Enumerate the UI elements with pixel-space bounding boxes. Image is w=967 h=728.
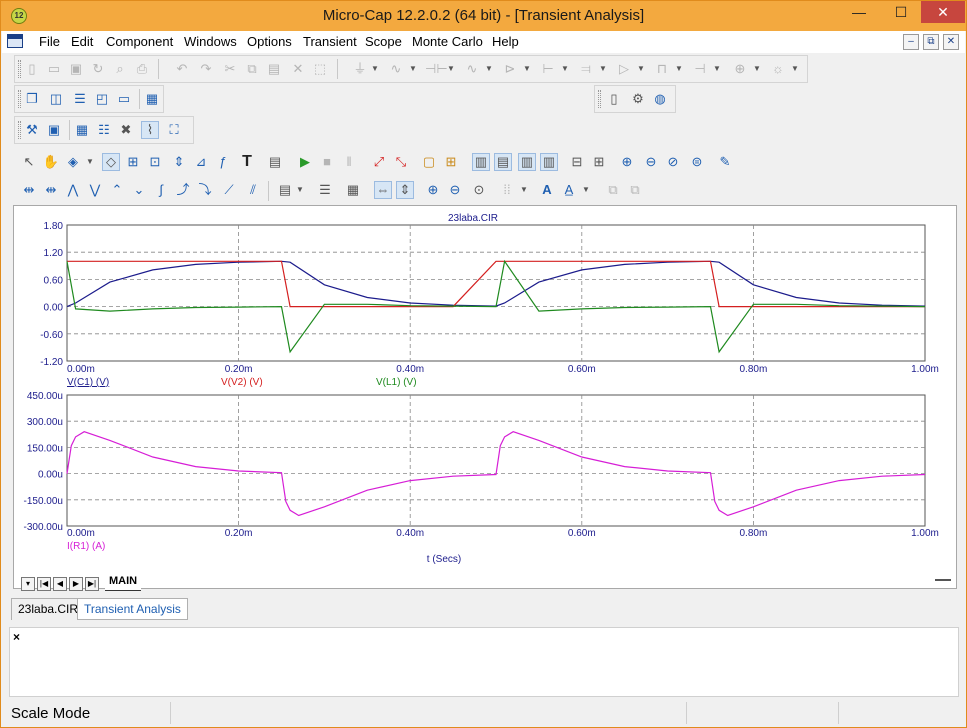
circuit-title: 23laba.CIR <box>448 213 498 224</box>
bottom-x-tick-label: 0.00m <box>67 528 95 539</box>
bottom-y-tick-label: 300.00u <box>27 417 63 428</box>
status-bar: Scale Mode <box>2 701 965 727</box>
top-y-tick-label: -0.60 <box>40 330 63 341</box>
tab-last-button[interactable]: ▶| <box>85 577 99 591</box>
top-x-tick-label: 0.40m <box>396 364 424 375</box>
bottom-x-tick-label: 1.00m <box>911 528 939 539</box>
tab-prev-button[interactable]: ◀ <box>53 577 67 591</box>
top-y-tick-label: 1.80 <box>44 221 64 232</box>
bottom-y-tick-label: -150.00u <box>24 496 63 507</box>
transient-plots[interactable]: 23laba.CIR 1.80 1.20 0.60 0.00 -0.60 -1.20 0.0… <box>1 1 967 601</box>
bottom-x-tick-label: 0.40m <box>396 528 424 539</box>
bottom-y-tick-label: -300.00u <box>24 522 63 533</box>
bottom-x-tick-label: 0.60m <box>568 528 596 539</box>
top-y-tick-label: 0.60 <box>44 275 64 286</box>
status-text: Scale Mode <box>11 705 91 722</box>
tab-23laba-cir[interactable]: 23laba.CIR <box>11 598 86 620</box>
horizontal-scroll-handle[interactable] <box>935 579 951 581</box>
tab-first-button[interactable]: |◀ <box>37 577 51 591</box>
bottom-y-tick-label: 0.00u <box>38 470 63 481</box>
bottom-plot-frame <box>66 394 926 527</box>
legend-v-v2-v-[interactable]: V(V2) (V) <box>221 377 263 388</box>
tab-transient-analysis[interactable]: Transient Analysis <box>77 598 188 620</box>
document-tabs: 23laba.CIR Transient Analysis <box>1 597 967 621</box>
bottom-y-tick-label: 450.00u <box>27 391 63 402</box>
x-axis-label: t (Secs) <box>427 554 461 565</box>
top-plot-grid <box>66 224 926 362</box>
legend-i-r1-a-[interactable]: I(R1) (A) <box>67 541 105 552</box>
legend-v-c1-v-[interactable]: V(C1) (V) <box>67 377 109 388</box>
page-tab-main[interactable]: MAIN <box>105 575 142 591</box>
top-plot-frame <box>66 224 926 362</box>
top-y-tick-label: 0.00 <box>44 303 64 314</box>
tab-menu-button[interactable]: ▾ <box>21 577 35 591</box>
top-x-tick-label: 0.20m <box>225 364 253 375</box>
output-pane[interactable]: × <box>9 627 959 697</box>
top-y-tick-label: 1.20 <box>44 248 64 259</box>
top-x-tick-label: 1.00m <box>911 364 939 375</box>
tab-next-button[interactable]: ▶ <box>69 577 83 591</box>
top-x-tick-label: 0.00m <box>67 364 95 375</box>
main-window: 12 Micro-Cap 12.2.0.2 (64 bit) - [Transi… <box>0 0 967 728</box>
bottom-x-tick-label: 0.20m <box>225 528 253 539</box>
top-x-tick-label: 0.80m <box>740 364 768 375</box>
top-y-tick-label: -1.20 <box>40 357 63 368</box>
output-close-icon[interactable]: × <box>13 630 20 644</box>
bottom-plot-grid <box>66 394 926 527</box>
bottom-x-tick-label: 0.80m <box>740 528 768 539</box>
top-x-tick-label: 0.60m <box>568 364 596 375</box>
bottom-y-tick-label: 150.00u <box>27 443 63 454</box>
legend-v-l1-v-[interactable]: V(L1) (V) <box>376 377 417 388</box>
